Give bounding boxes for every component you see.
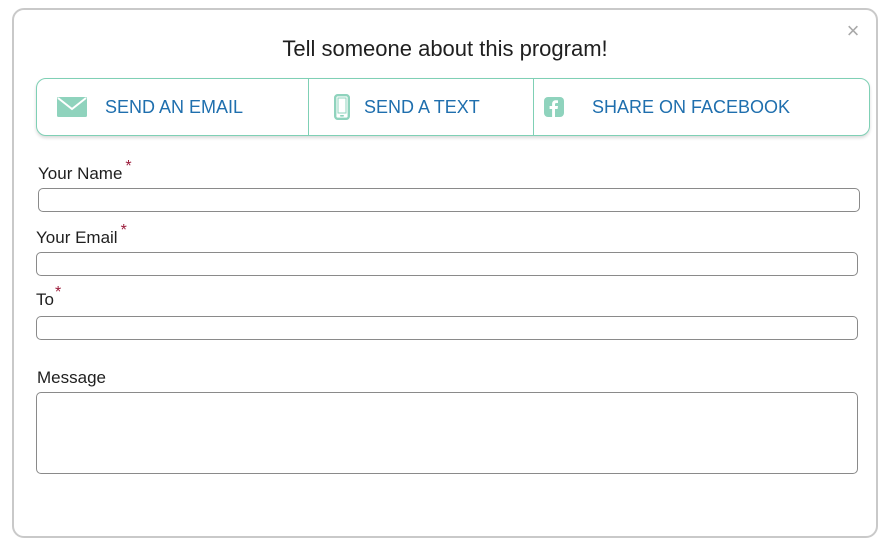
to-label-text: To	[36, 290, 54, 309]
to-label: To*	[36, 284, 61, 310]
envelope-icon	[57, 97, 87, 117]
your-name-label-text: Your Name	[38, 164, 123, 183]
required-marker: *	[120, 222, 127, 239]
required-marker: *	[54, 284, 62, 301]
your-email-label-text: Your Email	[36, 228, 118, 247]
send-text-label: SEND A TEXT	[364, 96, 480, 117]
share-facebook-label: SHARE ON FACEBOOK	[592, 96, 791, 117]
required-marker: *	[125, 158, 132, 175]
share-dialog: × Tell someone about this program! SEND …	[12, 8, 878, 538]
share-facebook-button[interactable]: SHARE ON FACEBOOK	[533, 79, 869, 135]
send-email-label: SEND AN EMAIL	[105, 96, 244, 117]
send-email-button[interactable]: SEND AN EMAIL	[37, 79, 308, 135]
dialog-title: Tell someone about this program!	[282, 36, 608, 61]
your-email-input[interactable]	[36, 252, 858, 276]
facebook-icon	[544, 97, 564, 117]
your-email-label: Your Email *	[36, 222, 127, 248]
message-label: Message	[37, 368, 106, 387]
to-input[interactable]	[36, 316, 858, 340]
send-text-button[interactable]: SEND A TEXT	[308, 79, 533, 135]
mobile-phone-icon	[334, 94, 350, 120]
message-textarea[interactable]	[36, 392, 858, 474]
your-name-input[interactable]	[38, 188, 860, 212]
your-name-label: Your Name *	[38, 158, 132, 184]
share-options-bar: SEND AN EMAIL SEND A TEXT SHARE ON FACEB…	[36, 78, 870, 136]
